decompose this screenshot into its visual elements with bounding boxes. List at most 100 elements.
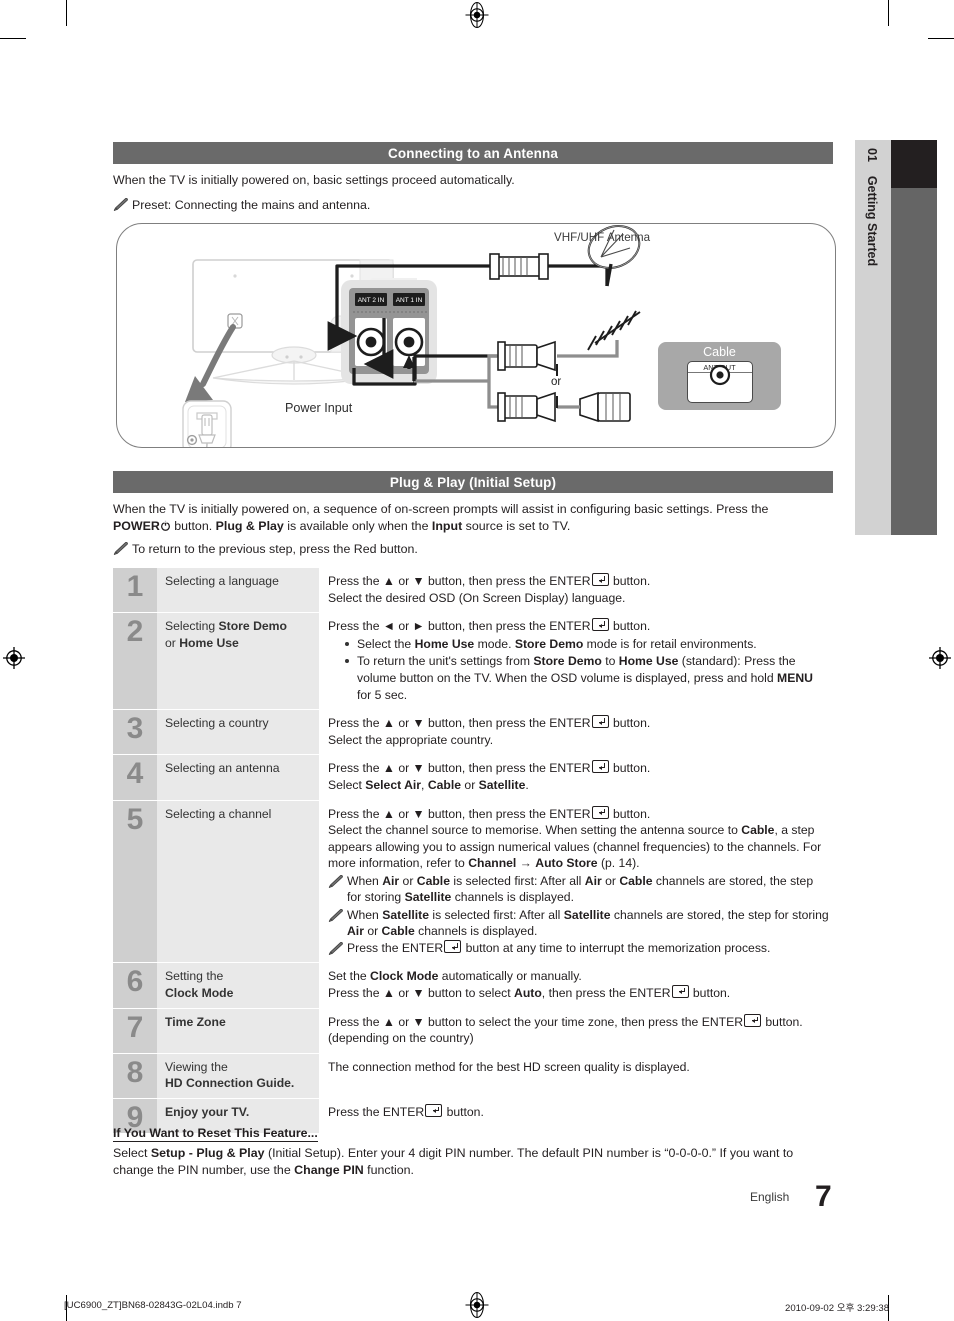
step-description: Press the ▲ or ▼ button to select the yo… xyxy=(319,1008,833,1053)
svg-text:ANT 1 IN: ANT 1 IN xyxy=(396,297,423,304)
footer-page-number: 7 xyxy=(815,1180,832,1213)
plugplay-intro-a: When the TV is initially powered on, a s… xyxy=(113,502,769,516)
chapter-number: 01 xyxy=(865,148,879,162)
antenna-intro-value: When the TV is initially powered on, bas… xyxy=(113,173,515,187)
step-line: Press the ▲ or ▼ button, then press the … xyxy=(328,573,651,588)
step-line: The connection method for the best HD sc… xyxy=(328,1059,690,1074)
step-bullet: To return the unit's settings from Store… xyxy=(345,653,829,703)
step-label: Selecting Store Demo or Home Use xyxy=(157,613,319,710)
enter-key-icon xyxy=(591,573,609,586)
step-row: 8 Viewing the HD Connection Guide. The conn… xyxy=(113,1053,833,1099)
step-description: Press the ▲ or ▼ button, then press the … xyxy=(319,800,833,963)
coax-connector-wall xyxy=(557,391,631,423)
step-line: Press the ▲ or ▼ button, then press the … xyxy=(328,805,651,821)
cable-outlet-title: Cable xyxy=(703,345,736,359)
step-number: 4 xyxy=(113,755,157,800)
step-description: Press the ▲ or ▼ button, then press the … xyxy=(319,568,833,613)
step-line: Press the ▲ or ▼ button, then press the … xyxy=(328,715,651,731)
enter-key-icon xyxy=(671,984,689,998)
plug-play-steps-table: 1 Selecting a language Press the ▲ or ▼ bu… xyxy=(113,568,833,1134)
footer-language: English xyxy=(750,1190,790,1204)
step-label: Setting the Clock Mode xyxy=(157,963,319,1008)
step-line: Select the channel source to memorise. W… xyxy=(328,823,822,871)
step-row: 7 Time Zone Press the ▲ or ▼ button to sel… xyxy=(113,1008,833,1054)
step-line: (depending on the country) xyxy=(328,1031,474,1046)
print-footer-timestamp: 2010-09-02 오후 3:29:38 xyxy=(785,1303,890,1314)
step-label: Selecting a channel xyxy=(157,800,319,963)
pencil-icon xyxy=(113,542,129,556)
registration-mark-left xyxy=(1,645,27,671)
step-line: Select the appropriate country. xyxy=(328,732,494,747)
plugplay-input-term: Input xyxy=(431,519,463,533)
step-number: 5 xyxy=(113,800,157,963)
plugplay-red-button-note-value: To return to the previous step, press th… xyxy=(132,542,418,556)
reset-feature-body: Select Setup - Plug & Play (Initial Setu… xyxy=(113,1145,828,1179)
crop-mark-left-top xyxy=(0,38,26,39)
power-input-label: Power Input xyxy=(285,401,353,415)
enter-key-icon xyxy=(444,940,462,954)
plugplay-power-word: POWER xyxy=(113,519,160,533)
chapter-tab-current-block xyxy=(891,140,937,188)
step-label: Time Zone xyxy=(157,1008,319,1053)
antenna-preset-note-value: Preset: Connecting the mains and antenna… xyxy=(132,198,371,212)
chapter-title: Getting Started xyxy=(865,175,879,267)
step-number: 2 xyxy=(113,613,157,710)
step-line: Press the ▲ or ▼ button to select Auto, … xyxy=(328,984,731,1000)
crop-mark-right-top xyxy=(928,38,954,39)
plugplay-intro-c: is available only when the xyxy=(287,519,429,533)
step-row: 1 Selecting a language Press the ▲ or ▼ bu… xyxy=(113,568,833,614)
step-label: Selecting an antenna xyxy=(157,755,319,800)
power-inlet-illustration xyxy=(182,400,232,447)
enter-key-icon xyxy=(591,760,609,774)
coax-connector-lower xyxy=(497,391,556,423)
step-number: 1 xyxy=(113,568,157,613)
manual-page: 01 Getting Started Connecting to an Ante… xyxy=(0,0,954,1321)
step-number: 8 xyxy=(113,1053,157,1098)
step-note: Press the ENTER button at any time to in… xyxy=(328,940,829,956)
section-header-antenna-title: Connecting to an Antenna xyxy=(388,145,558,161)
step-line: Press the ◄ or ► button, then press the … xyxy=(328,618,651,634)
cable-outlet-jack: ANT OUT xyxy=(686,361,753,403)
registration-mark-right xyxy=(927,645,953,671)
step-description: Press the ENTER button. xyxy=(319,1098,833,1133)
registration-mark-bottom xyxy=(464,1292,490,1318)
step-line: Set the Clock Mode automatically or manu… xyxy=(328,969,582,984)
step-description: Press the ▲ or ▼ button, then press the … xyxy=(319,755,833,800)
step-description: The connection method for the best HD sc… xyxy=(319,1053,833,1098)
plugplay-red-button-note: To return to the previous step, press th… xyxy=(113,541,822,558)
pencil-icon xyxy=(328,908,344,923)
step-description: Set the Clock Mode automatically or manu… xyxy=(319,963,833,1008)
step-note: When Air or Cable is selected first: Aft… xyxy=(328,873,829,906)
step-row: 2 Selecting Store Demo or Home Use Press th… xyxy=(113,613,833,711)
step-number: 6 xyxy=(113,963,157,1008)
step-number: 3 xyxy=(113,710,157,755)
plugplay-bold-term: Plug & Play xyxy=(215,519,284,533)
vhf-uhf-antenna-label: VHF/UHF Antenna xyxy=(554,231,651,244)
f-connector-top xyxy=(489,253,549,280)
reset-body-c: function. xyxy=(363,1163,415,1177)
crop-mark-top-left xyxy=(66,0,67,26)
pencil-icon xyxy=(328,942,344,956)
diagram-artwork: ANT 2 IN ANT 1 IN xyxy=(182,225,641,447)
plugplay-intro-b: button. xyxy=(174,519,213,533)
step-row: 4 Selecting an antenna Press the ▲ or ▼ bu… xyxy=(113,755,833,801)
step-description: Press the ▲ or ▼ button, then press the … xyxy=(319,710,833,755)
registration-mark-top xyxy=(464,2,490,28)
step-line: Press the ▲ or ▼ button, then press the … xyxy=(328,760,651,776)
antenna-connection-diagram: ANT 2 IN ANT 1 IN Cable ANT OUT VHF/UHF … xyxy=(116,223,836,448)
pencil-icon xyxy=(328,874,344,889)
reset-feature-heading: If You Want to Reset This Feature... xyxy=(113,1126,318,1142)
plugplay-intro-text: When the TV is initially powered on, a s… xyxy=(113,501,803,535)
plugplay-intro-d: source is set to TV. xyxy=(465,519,571,533)
svg-text:ANT 2 IN: ANT 2 IN xyxy=(358,297,385,304)
step-line: Press the ▲ or ▼ button to select the yo… xyxy=(328,1013,803,1029)
section-header-plugplay-title: Plug & Play (Initial Setup) xyxy=(389,474,557,490)
enter-key-icon xyxy=(591,715,609,729)
step-description: Press the ◄ or ► button, then press the … xyxy=(319,613,833,710)
enter-key-icon xyxy=(425,1103,443,1117)
enter-key-icon xyxy=(591,618,609,632)
print-footer-file: [UC6900_ZT]BN68-02843G-02L04.indb 7 xyxy=(64,1300,242,1311)
chapter-tab-rest-block xyxy=(891,188,937,535)
power-symbol-icon xyxy=(160,520,170,531)
reset-setup-term: Setup - Plug & Play xyxy=(150,1146,265,1160)
